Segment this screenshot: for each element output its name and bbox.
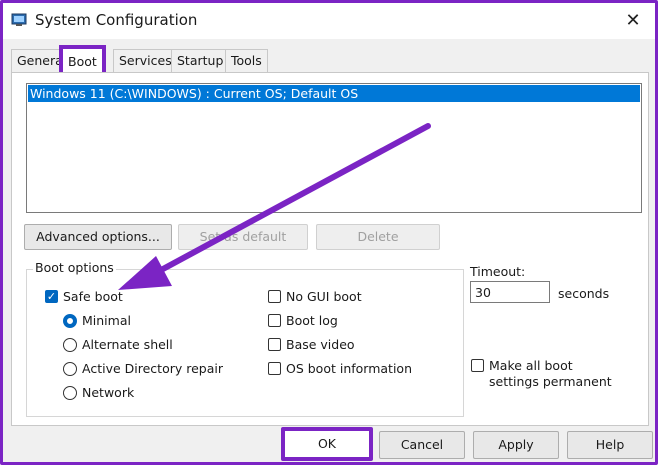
close-icon[interactable]: ✕ xyxy=(611,3,655,37)
minimal-radio[interactable]: Minimal xyxy=(63,313,131,328)
make-permanent-label: Make all boot settings permanent xyxy=(489,358,612,389)
tab-services[interactable]: Services xyxy=(113,49,178,72)
radio-icon xyxy=(63,385,77,400)
make-permanent-checkbox[interactable]: Make all boot settings permanent xyxy=(471,358,619,390)
tab-tools[interactable]: Tools xyxy=(225,49,268,72)
set-as-default-button[interactable]: Set as default xyxy=(178,224,308,250)
cancel-button[interactable]: Cancel xyxy=(379,431,465,459)
apply-button[interactable]: Apply xyxy=(473,431,559,459)
boot-options-label: Boot options xyxy=(33,260,116,275)
os-boot-information-checkbox[interactable]: OS boot information xyxy=(268,361,412,376)
network-radio[interactable]: Network xyxy=(63,385,134,400)
seconds-label: seconds xyxy=(558,286,610,301)
delete-button[interactable]: Delete xyxy=(316,224,440,250)
radio-icon xyxy=(63,361,77,376)
os-list[interactable]: Windows 11 (C:\WINDOWS) : Current OS; De… xyxy=(26,83,642,213)
checkbox-icon xyxy=(471,359,484,372)
no-gui-boot-checkbox[interactable]: No GUI boot xyxy=(268,289,362,304)
advanced-options-button[interactable]: Advanced options... xyxy=(24,224,172,250)
os-list-item[interactable]: Windows 11 (C:\WINDOWS) : Current OS; De… xyxy=(28,85,640,102)
checkbox-icon xyxy=(268,338,281,351)
boot-tab-panel: Windows 11 (C:\WINDOWS) : Current OS; De… xyxy=(11,72,649,426)
network-label: Network xyxy=(82,385,135,400)
system-configuration-app-icon xyxy=(11,13,27,26)
system-configuration-window: System Configuration ✕ General Boot Serv… xyxy=(0,0,658,465)
no-gui-boot-label: No GUI boot xyxy=(286,289,362,304)
checkbox-icon xyxy=(268,290,281,303)
os-boot-information-label: OS boot information xyxy=(286,361,412,376)
alternate-shell-label: Alternate shell xyxy=(82,337,173,352)
help-button[interactable]: Help xyxy=(567,431,653,459)
timeout-label: Timeout: xyxy=(470,264,526,279)
safe-boot-label: Safe boot xyxy=(63,289,123,304)
checkmark-icon: ✓ xyxy=(45,290,58,303)
alternate-shell-radio[interactable]: Alternate shell xyxy=(63,337,173,352)
window-title: System Configuration xyxy=(35,11,198,29)
checkbox-icon xyxy=(268,314,281,327)
safe-boot-checkbox[interactable]: ✓ Safe boot xyxy=(45,289,123,304)
ok-button[interactable]: OK xyxy=(281,427,373,461)
active-directory-repair-label: Active Directory repair xyxy=(82,361,223,376)
base-video-checkbox[interactable]: Base video xyxy=(268,337,355,352)
minimal-label: Minimal xyxy=(82,313,131,328)
timeout-input[interactable]: 30 xyxy=(470,281,550,303)
radio-icon xyxy=(63,337,77,352)
boot-log-checkbox[interactable]: Boot log xyxy=(268,313,338,328)
checkbox-icon xyxy=(268,362,281,375)
title-bar: System Configuration ✕ xyxy=(3,3,655,39)
active-directory-repair-radio[interactable]: Active Directory repair xyxy=(63,361,223,376)
base-video-label: Base video xyxy=(286,337,355,352)
boot-log-label: Boot log xyxy=(286,313,338,328)
radio-selected-icon xyxy=(63,313,77,328)
tab-startup[interactable]: Startup xyxy=(171,49,230,72)
